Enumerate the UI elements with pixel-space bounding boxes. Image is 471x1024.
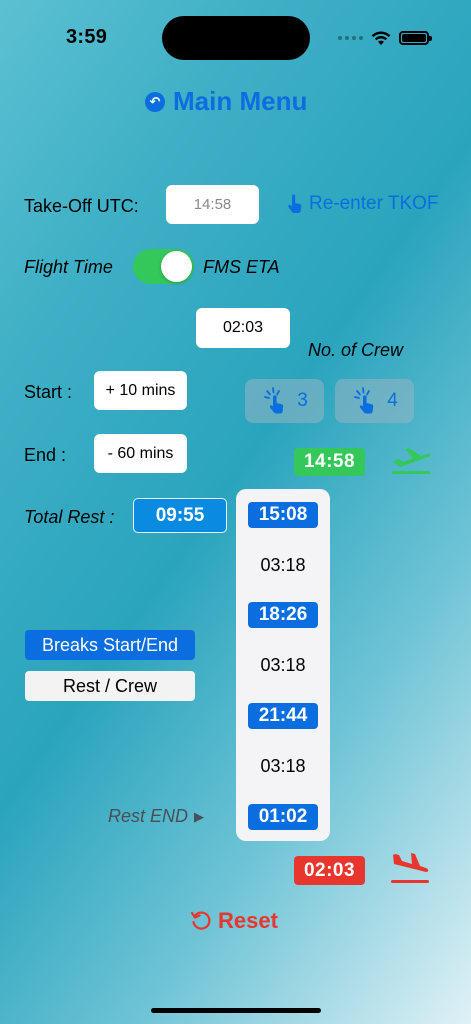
takeoff-time-field[interactable]: 14:58 — [166, 185, 259, 224]
tap-hand-icon — [354, 387, 374, 414]
rest-end-text: Rest END — [108, 806, 189, 826]
schedule-duration-1: 03:18 — [260, 554, 306, 575]
airplane-landing-icon — [391, 853, 429, 883]
status-icons — [338, 28, 432, 48]
end-label: End : — [24, 445, 67, 465]
toggle-knob — [161, 251, 192, 282]
schedule-time-1: 15:08 — [248, 502, 318, 528]
schedule-time-3: 21:44 — [248, 703, 318, 729]
schedule-duration-2: 03:18 — [260, 654, 306, 675]
takeoff-label: Take-Off UTC: — [24, 196, 139, 216]
crew-3-button[interactable]: 3 — [245, 379, 324, 423]
rest-crew-button[interactable]: Rest / Crew — [25, 671, 195, 701]
schedule-time-2: 18:26 — [248, 602, 318, 628]
crew-3-label: 3 — [297, 390, 308, 411]
status-time: 3:59 — [66, 26, 108, 48]
play-triangle-icon: ▶ — [194, 808, 205, 824]
start-label: Start : — [24, 382, 73, 402]
wifi-icon — [371, 31, 391, 45]
rest-end-label: Rest END ▶ — [108, 806, 204, 827]
reenter-tkof-button[interactable]: Re-enter TKOF — [287, 193, 439, 215]
flight-time-label: Flight Time — [24, 257, 113, 277]
reset-arrow-icon — [190, 911, 211, 930]
main-menu-button[interactable]: ↶ Main Menu — [145, 86, 307, 117]
tap-hand-icon — [288, 194, 302, 214]
crew-label: No. of Crew — [308, 340, 404, 360]
main-menu-label: Main Menu — [173, 86, 308, 116]
schedule-duration-3: 03:18 — [260, 755, 306, 776]
takeoff-time-badge: 14:58 — [294, 448, 365, 476]
battery-icon — [399, 31, 432, 45]
crew-4-button[interactable]: 4 — [335, 379, 414, 423]
start-offset-button[interactable]: + 10 mins — [94, 371, 187, 410]
schedule-time-4: 01:02 — [248, 804, 318, 830]
mode-toggle[interactable] — [133, 249, 194, 284]
reenter-tkof-label: Re-enter TKOF — [309, 193, 439, 214]
tap-hand-icon — [264, 387, 284, 414]
dynamic-island — [162, 16, 310, 60]
crew-4-label: 4 — [387, 390, 398, 411]
eta-field[interactable]: 02:03 — [196, 308, 290, 348]
total-rest-value: 09:55 — [133, 498, 227, 533]
cellular-signal-icon — [338, 36, 363, 40]
fms-eta-label: FMS ETA — [203, 257, 280, 277]
end-offset-button[interactable]: - 60 mins — [94, 434, 187, 473]
total-rest-label: Total Rest : — [24, 507, 115, 527]
rest-schedule: 15:08 03:18 18:26 03:18 21:44 03:18 01:0… — [236, 489, 330, 841]
breaks-start-end-button[interactable]: Breaks Start/End — [25, 630, 195, 660]
reset-button[interactable]: Reset — [190, 908, 278, 934]
reset-label: Reset — [218, 908, 278, 933]
home-indicator[interactable] — [151, 1008, 321, 1013]
landing-time-badge: 02:03 — [294, 856, 365, 885]
back-arrow-icon: ↶ — [145, 91, 165, 112]
airplane-takeoff-icon — [392, 448, 431, 474]
